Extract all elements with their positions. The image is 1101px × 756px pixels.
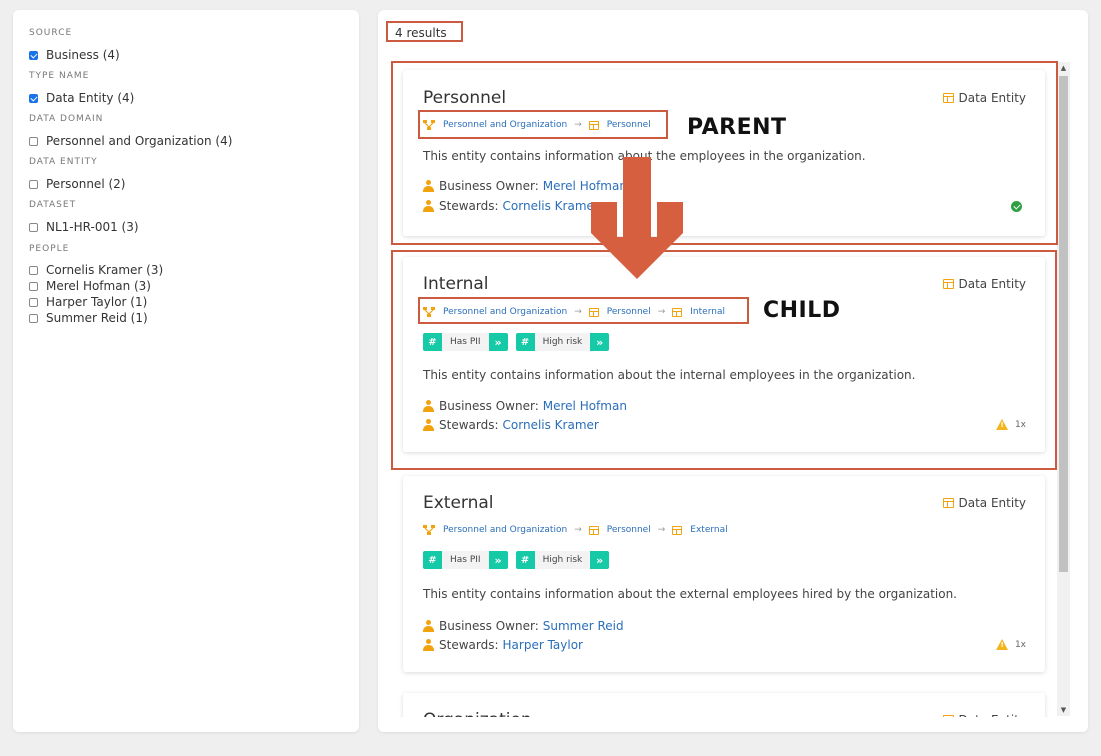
filter-option-personnel-org[interactable]: Personnel and Organization (4) — [29, 134, 232, 148]
tag-list: # Has PII » # High risk » — [423, 551, 617, 569]
breadcrumb-link[interactable]: External — [690, 525, 727, 535]
card-description: This entity contains information about t… — [423, 587, 957, 601]
stewards: Stewards: Harper Taylor — [423, 638, 583, 652]
steward-link[interactable]: Harper Taylor — [503, 638, 583, 652]
scrollbar-thumb[interactable] — [1059, 76, 1068, 572]
checkbox[interactable] — [29, 265, 38, 275]
user-icon — [423, 620, 434, 632]
table-icon — [588, 525, 599, 535]
user-icon — [423, 639, 434, 651]
down-arrow-icon — [591, 157, 683, 279]
warning-icon — [995, 639, 1008, 650]
warning-count: 1x — [1014, 639, 1026, 650]
checkbox[interactable] — [29, 281, 38, 291]
breadcrumb-link[interactable]: Personnel and Organization — [443, 525, 567, 535]
filter-option-label: NL1-HR-001 (3) — [46, 220, 139, 234]
child-annotation-label: CHILD — [763, 298, 841, 323]
arrow-icon: → — [657, 525, 666, 535]
filter-section-title: DATASET — [29, 200, 77, 210]
filter-option-label: Personnel (2) — [46, 177, 126, 191]
double-chevron-icon[interactable]: » — [488, 551, 508, 569]
filter-option-label: Cornelis Kramer (3) — [46, 263, 164, 277]
filter-section-title: SOURCE — [29, 28, 73, 38]
filter-option-label: Merel Hofman (3) — [46, 279, 151, 293]
scrollbar[interactable]: ▲ ▼ — [1057, 62, 1070, 716]
child-breadcrumb-outline — [418, 297, 749, 324]
tag-label: High risk — [534, 551, 591, 569]
business-owner: Business Owner: Summer Reid — [423, 619, 624, 633]
filter-option-label: Harper Taylor (1) — [46, 295, 148, 309]
filter-option-merel[interactable]: Merel Hofman (3) — [29, 279, 151, 293]
warning-indicator[interactable]: 1x — [995, 639, 1026, 650]
checkbox[interactable] — [29, 179, 38, 189]
checkbox[interactable] — [29, 313, 38, 323]
filter-option-dataset[interactable]: NL1-HR-001 (3) — [29, 220, 139, 234]
tag-label: Has PII — [442, 551, 489, 569]
filter-section-title: DATA DOMAIN — [29, 114, 104, 124]
card-title[interactable]: External — [423, 493, 494, 513]
child-card-outline — [391, 250, 1057, 470]
filter-option-label: Data Entity (4) — [46, 91, 135, 105]
filter-option-data-entity[interactable]: Data Entity (4) — [29, 91, 134, 105]
filter-section-title: DATA ENTITY — [29, 157, 98, 167]
parent-card-outline — [391, 61, 1058, 245]
scroll-mask — [378, 717, 1088, 732]
breadcrumb-link[interactable]: Personnel — [607, 525, 651, 535]
breadcrumb: Personnel and Organization → Personnel →… — [423, 525, 728, 535]
checkbox[interactable] — [29, 297, 38, 307]
filter-option-cornelis[interactable]: Cornelis Kramer (3) — [29, 263, 163, 277]
filter-option-harper[interactable]: Harper Taylor (1) — [29, 295, 147, 309]
hierarchy-icon — [423, 525, 435, 535]
table-icon — [942, 498, 954, 508]
double-chevron-icon[interactable]: » — [590, 551, 610, 569]
results-count: 4 results — [386, 21, 463, 42]
filter-section-title: PEOPLE — [29, 244, 70, 254]
owner-label: Business Owner: — [439, 619, 539, 633]
filter-option-label: Summer Reid (1) — [46, 311, 148, 325]
scroll-up-icon[interactable]: ▲ — [1057, 62, 1070, 74]
stewards-label: Stewards: — [439, 638, 499, 652]
checkbox[interactable] — [29, 93, 38, 103]
checkbox[interactable] — [29, 50, 38, 60]
entity-type-badge: Data Entity — [942, 496, 1027, 510]
parent-breadcrumb-outline — [418, 110, 668, 139]
table-icon — [672, 525, 683, 535]
filter-section-title: TYPE NAME — [29, 71, 90, 81]
filter-panel: SOURCE Business (4) TYPE NAME Data Entit… — [13, 10, 359, 732]
checkbox[interactable] — [29, 222, 38, 232]
hash-icon: # — [515, 551, 535, 569]
owner-link[interactable]: Summer Reid — [543, 619, 624, 633]
entity-type-label: Data Entity — [958, 496, 1027, 510]
filter-option-summer[interactable]: Summer Reid (1) — [29, 311, 148, 325]
checkbox[interactable] — [29, 136, 38, 146]
tag-has-pii[interactable]: # Has PII » — [423, 551, 508, 569]
filter-option-personnel[interactable]: Personnel (2) — [29, 177, 125, 191]
filter-option-business[interactable]: Business (4) — [29, 48, 120, 62]
filter-option-label: Business (4) — [46, 48, 120, 62]
scroll-down-icon[interactable]: ▼ — [1057, 704, 1070, 716]
tag-high-risk[interactable]: # High risk » — [515, 551, 610, 569]
hash-icon: # — [423, 551, 442, 569]
parent-annotation-label: PARENT — [687, 115, 787, 140]
filter-option-label: Personnel and Organization (4) — [46, 134, 233, 148]
result-card-external[interactable]: External Data Entity Personnel and Organ… — [403, 476, 1045, 672]
arrow-icon: → — [574, 525, 582, 535]
